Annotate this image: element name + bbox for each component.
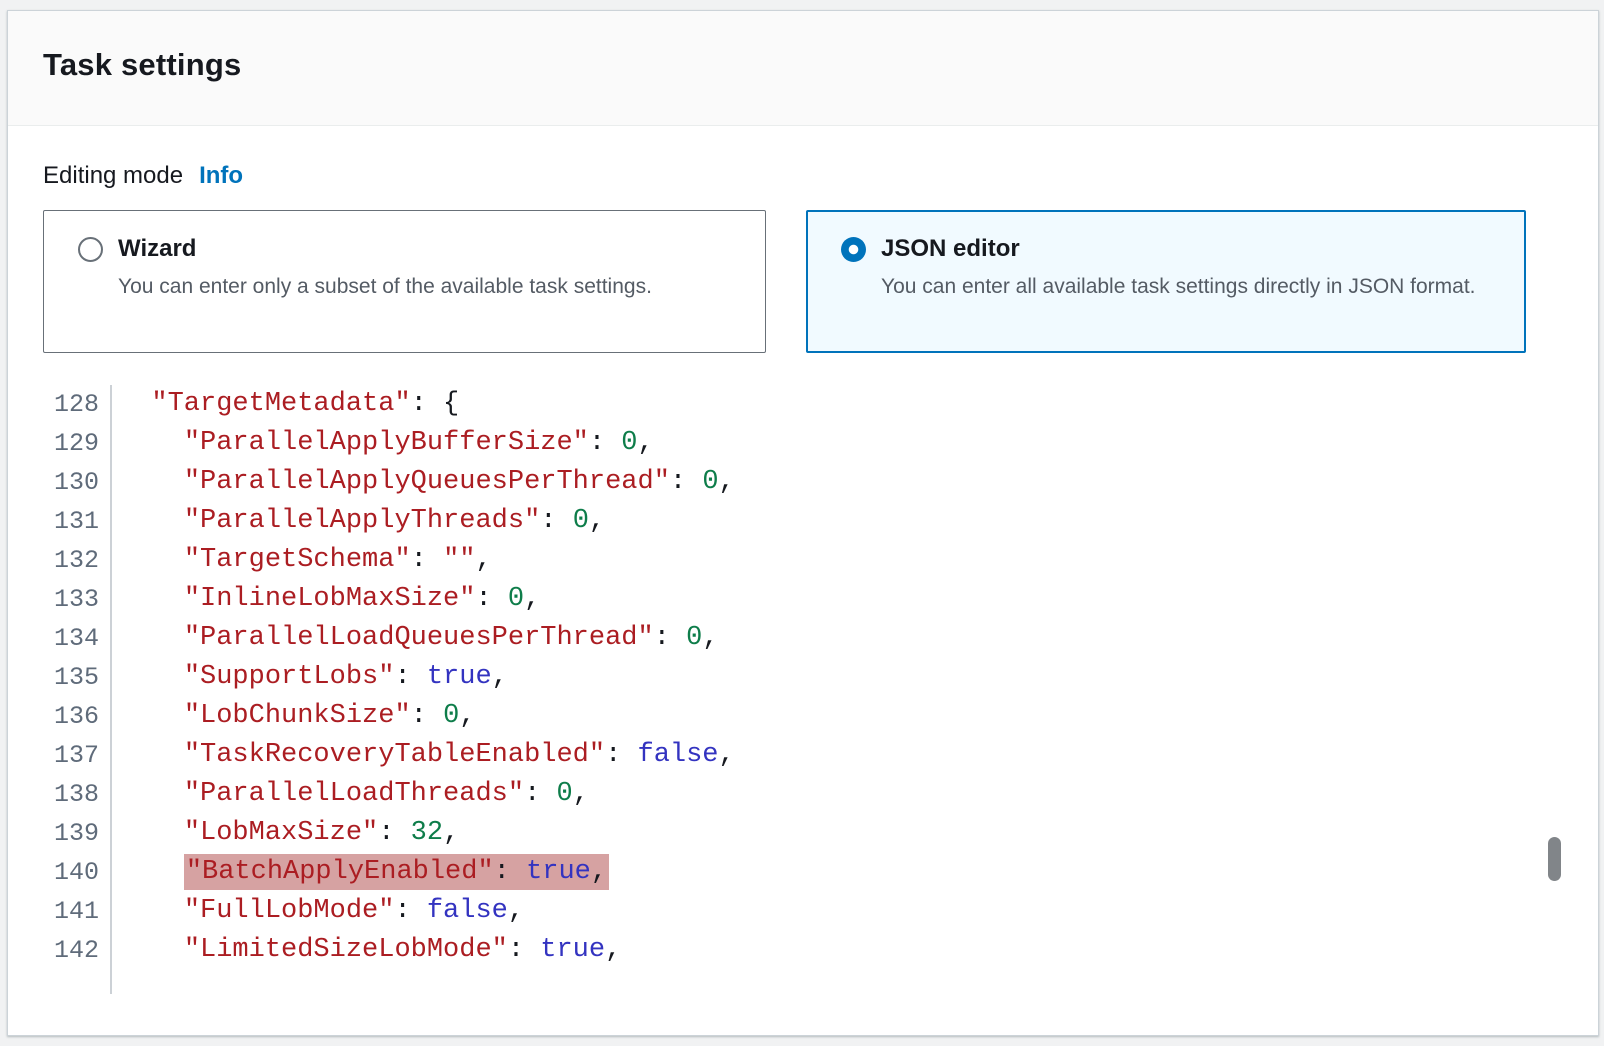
line-number: 141 — [43, 892, 112, 931]
highlighted-code-text[interactable]: "BatchApplyEnabled": true, — [184, 854, 609, 890]
info-link[interactable]: Info — [199, 162, 243, 190]
code-line[interactable]: 137 "TaskRecoveryTableEnabled": false, — [43, 736, 1561, 775]
editor-scrollbar-thumb[interactable] — [1548, 837, 1561, 881]
panel-body: Editing mode Info Wizard You can enter o… — [8, 162, 1598, 994]
code-line[interactable]: 134 "ParallelLoadQueuesPerThread": 0, — [43, 619, 1561, 658]
code-line-filler — [43, 970, 1561, 994]
code-line[interactable]: 129 "ParallelApplyBufferSize": 0, — [43, 424, 1561, 463]
code-text[interactable]: "TargetMetadata": { — [112, 385, 459, 424]
panel-title: Task settings — [43, 47, 1558, 83]
tile-wizard-head: Wizard — [78, 235, 741, 263]
panel-header: Task settings — [8, 11, 1598, 126]
code-text[interactable]: "LimitedSizeLobMode": true, — [112, 931, 621, 970]
json-code-editor[interactable]: 128 "TargetMetadata": {129 "ParallelAppl… — [43, 385, 1561, 994]
json-editor-radio-label: JSON editor — [881, 235, 1020, 263]
code-text[interactable]: "LobChunkSize": 0, — [112, 697, 475, 736]
code-line[interactable]: 135 "SupportLobs": true, — [43, 658, 1561, 697]
editing-mode-tiles: Wizard You can enter only a subset of th… — [43, 210, 1561, 353]
code-text[interactable]: "ParallelLoadThreads": 0, — [112, 775, 589, 814]
tile-wizard[interactable]: Wizard You can enter only a subset of th… — [43, 210, 766, 353]
code-line[interactable]: 131 "ParallelApplyThreads": 0, — [43, 502, 1561, 541]
wizard-description: You can enter only a subset of the avail… — [118, 271, 728, 302]
editing-mode-row: Editing mode Info — [43, 162, 1561, 190]
line-number: 129 — [43, 424, 112, 463]
code-line[interactable]: 140 "BatchApplyEnabled": true, — [43, 853, 1561, 892]
code-text[interactable]: "SupportLobs": true, — [112, 658, 508, 697]
code-text[interactable]: "FullLobMode": false, — [112, 892, 524, 931]
editing-mode-label: Editing mode — [43, 162, 183, 190]
line-number: 128 — [43, 385, 112, 424]
line-number: 132 — [43, 541, 112, 580]
line-number: 136 — [43, 697, 112, 736]
code-line[interactable]: 139 "LobMaxSize": 32, — [43, 814, 1561, 853]
task-settings-panel: Task settings Editing mode Info Wizard Y… — [7, 10, 1599, 1036]
line-number: 140 — [43, 853, 112, 892]
code-text[interactable]: "ParallelApplyBufferSize": 0, — [112, 424, 654, 463]
code-text[interactable]: "ParallelApplyQueuesPerThread": 0, — [112, 463, 735, 502]
wizard-radio-label: Wizard — [118, 235, 196, 263]
line-number: 138 — [43, 775, 112, 814]
code-text[interactable]: "InlineLobMaxSize": 0, — [112, 580, 540, 619]
code-text[interactable]: "TargetSchema": "", — [112, 541, 492, 580]
code-text[interactable]: "BatchApplyEnabled": true, — [112, 853, 609, 892]
code-line[interactable]: 132 "TargetSchema": "", — [43, 541, 1561, 580]
line-number: 139 — [43, 814, 112, 853]
line-number: 133 — [43, 580, 112, 619]
code-line[interactable]: 128 "TargetMetadata": { — [43, 385, 1561, 424]
code-text[interactable]: "ParallelApplyThreads": 0, — [112, 502, 605, 541]
line-number: 142 — [43, 931, 112, 970]
tile-json-editor-head: JSON editor — [841, 235, 1501, 263]
wizard-radio[interactable] — [78, 237, 103, 262]
line-number: 137 — [43, 736, 112, 775]
json-editor-radio[interactable] — [841, 237, 866, 262]
line-number: 134 — [43, 619, 112, 658]
code-line[interactable]: 138 "ParallelLoadThreads": 0, — [43, 775, 1561, 814]
code-lines: 128 "TargetMetadata": {129 "ParallelAppl… — [43, 385, 1561, 994]
line-number: 130 — [43, 463, 112, 502]
code-text[interactable]: "TaskRecoveryTableEnabled": false, — [112, 736, 735, 775]
code-line[interactable]: 133 "InlineLobMaxSize": 0, — [43, 580, 1561, 619]
code-line[interactable]: 130 "ParallelApplyQueuesPerThread": 0, — [43, 463, 1561, 502]
code-line[interactable]: 142 "LimitedSizeLobMode": true, — [43, 931, 1561, 970]
code-line[interactable]: 141 "FullLobMode": false, — [43, 892, 1561, 931]
line-number: 131 — [43, 502, 112, 541]
code-text[interactable]: "ParallelLoadQueuesPerThread": 0, — [112, 619, 719, 658]
line-number: 135 — [43, 658, 112, 697]
code-text[interactable]: "LobMaxSize": 32, — [112, 814, 459, 853]
tile-json-editor[interactable]: JSON editor You can enter all available … — [806, 210, 1526, 353]
json-editor-description: You can enter all available task setting… — [881, 271, 1491, 302]
line-number-filler — [43, 970, 112, 994]
code-line[interactable]: 136 "LobChunkSize": 0, — [43, 697, 1561, 736]
